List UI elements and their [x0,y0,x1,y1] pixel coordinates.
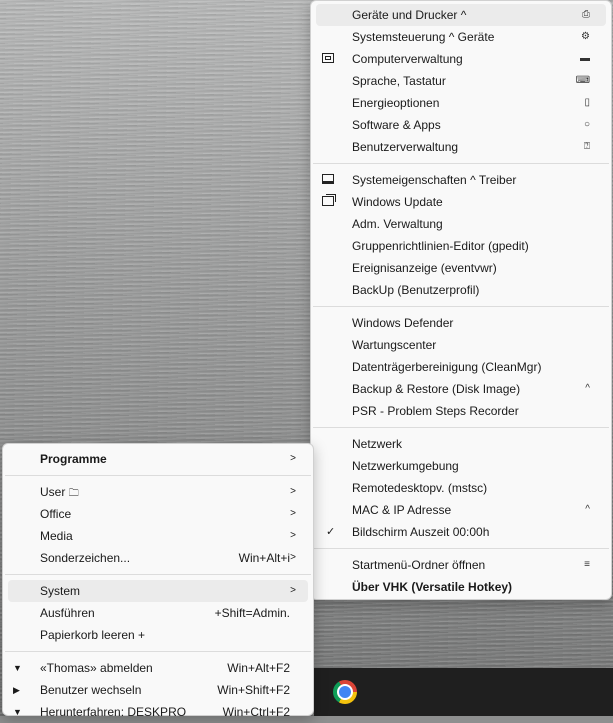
menu-item-cleanmgr[interactable]: Datenträgerbereinigung (CleanMgr) [316,356,606,378]
user-card-icon: ⍰ [584,141,590,152]
menu-item-psr[interactable]: PSR - Problem Steps Recorder [316,400,606,422]
menu-item-systemsteuerung[interactable]: Systemsteuerung ^ Geräte ⚙ [316,26,606,48]
menu-item-user[interactable]: User 🗀 > [8,481,308,503]
menu-separator [5,475,311,476]
menu-item-systemeigenschaften[interactable]: Systemeigenschaften ^ Treiber [316,169,606,191]
triangle-right-icon: ▶ [13,685,20,695]
caret-suffix: ^ [585,504,590,515]
menu-item-mac-ip[interactable]: MAC & IP Adresse ^ [316,499,606,521]
menu-item-sprache-tastatur[interactable]: Sprache, Tastatur ⌨ [316,70,606,92]
menu-item-netzwerkumgebung[interactable]: Netzwerkumgebung [316,455,606,477]
menu-item-benutzer-wechseln[interactable]: ▶ Benutzer wechseln Win+Shift+F2 [8,679,308,701]
menu-item-software-apps[interactable]: Software & Apps ○ [316,114,606,136]
shortcut-label: Win+Ctrl+F2 [222,705,290,719]
menu-separator [5,651,311,652]
menu-item-backup-profil[interactable]: BackUp (Benutzerprofil) [316,279,606,301]
caret-suffix: ^ [585,383,590,394]
menu-item-programme[interactable]: Programme > [8,448,308,470]
chevron-right-icon: > [290,486,296,497]
menu-item-ereignisanzeige[interactable]: Ereignisanzeige (eventvwr) [316,257,606,279]
chevron-right-icon: > [290,585,296,596]
chevron-right-icon: > [290,530,296,541]
gear-icon: ⚙ [581,31,590,42]
checkmark-icon: ✓ [326,526,336,538]
triangle-down-icon: ▼ [13,707,22,717]
hamburger-icon: ≡ [584,559,590,570]
menu-item-computerverwaltung[interactable]: Computerverwaltung ▬ [316,48,606,70]
shortcut-label: Win+Shift+F2 [217,683,290,697]
keyboard-icon: ⌨ [575,75,590,86]
menu-item-ausfuehren[interactable]: Ausführen +Shift=Admin. [8,602,308,624]
shortcut-label: Win+Alt+i [238,551,290,565]
minimized-window-icon [322,174,334,184]
main-menu: Programme > User 🗀 > Office > Media > So… [2,443,314,719]
chrome-icon[interactable] [333,680,357,704]
folder-icon: 🗀 [68,488,79,499]
menu-separator [313,427,609,428]
menu-item-energieoptionen[interactable]: Energieoptionen ▯ [316,92,606,114]
menu-item-bildschirm-auszeit[interactable]: ✓ Bildschirm Auszeit 00:00h [316,521,606,543]
shortcut-label: Win+Alt+F2 [227,661,290,675]
menu-item-gpedit[interactable]: Gruppenrichtlinien-Editor (gpedit) [316,235,606,257]
printer-icon: ⎙ [582,9,590,20]
menu-item-geraete-drucker[interactable]: Geräte und Drucker ^ ⎙ [316,4,606,26]
menu-item-netzwerk[interactable]: Netzwerk [316,433,606,455]
menu-separator [313,163,609,164]
menu-item-windows-update[interactable]: Windows Update [316,191,606,213]
window-icon [322,53,334,63]
menu-item-backup-restore[interactable]: Backup & Restore (Disk Image) ^ [316,378,606,400]
menu-separator [313,548,609,549]
chevron-right-icon: > [290,508,296,519]
user-label: User [40,485,66,499]
system-submenu: Geräte und Drucker ^ ⎙ Systemsteuerung ^… [310,0,612,600]
computer-icon: ▬ [580,53,590,64]
menu-item-windows-defender[interactable]: Windows Defender [316,312,606,334]
menu-item-startmenu-ordner[interactable]: Startmenü-Ordner öffnen ≡ [316,554,606,576]
menu-item-ueber-vhk[interactable]: Über VHK (Versatile Hotkey) [316,576,606,598]
menu-item-wartungscenter[interactable]: Wartungscenter [316,334,606,356]
menu-item-office[interactable]: Office > [8,503,308,525]
menu-item-adm-verwaltung[interactable]: Adm. Verwaltung [316,213,606,235]
menu-item-sonderzeichen[interactable]: Sonderzeichen... Win+Alt+i > [8,547,308,569]
triangle-down-icon: ▼ [13,663,22,673]
menu-separator [5,574,311,575]
menu-item-papierkorb[interactable]: Papierkorb leeren + [8,624,308,646]
menu-item-herunterfahren[interactable]: ▼ Herunterfahren: DESKPRO Win+Ctrl+F2 [8,701,308,723]
menu-item-system[interactable]: System > [8,580,308,602]
battery-icon: ▯ [584,97,590,108]
menu-item-media[interactable]: Media > [8,525,308,547]
chevron-right-icon: > [290,552,296,563]
menu-item-abmelden[interactable]: ▼ «Thomas» abmelden Win+Alt+F2 [8,657,308,679]
menu-item-remotedesktop[interactable]: Remotedesktopv. (mstsc) [316,477,606,499]
menu-separator [313,306,609,307]
shortcut-label: +Shift=Admin. [214,606,290,620]
circle-icon: ○ [583,119,590,130]
chevron-right-icon: > [290,453,296,464]
taskbar [314,668,613,716]
menu-item-benutzerverwaltung[interactable]: Benutzerverwaltung ⍰ [316,136,606,158]
restore-window-icon [322,196,334,206]
